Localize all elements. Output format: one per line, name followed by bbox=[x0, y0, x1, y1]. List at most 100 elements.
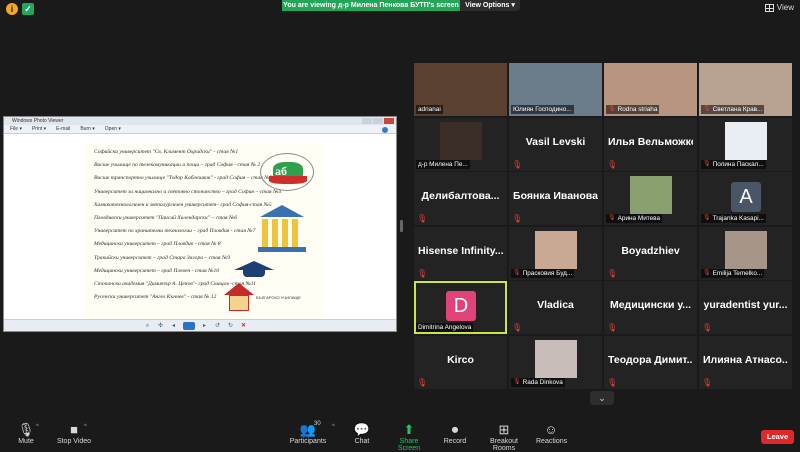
leave-button[interactable]: Leave bbox=[761, 430, 794, 444]
participant-tile[interactable]: Боянка Иванова 🎙 bbox=[509, 172, 602, 225]
participant-tile[interactable]: 🎙 Светлана Крав... bbox=[699, 63, 792, 116]
participant-label: 🎙 Rodna striaha bbox=[606, 105, 660, 114]
split-handle[interactable] bbox=[400, 220, 403, 232]
participant-tile[interactable]: 🎙 Полина Паскал... bbox=[699, 118, 792, 171]
participant-avatar: A bbox=[731, 182, 761, 212]
participant-tile[interactable]: Vladica 🎙 bbox=[509, 281, 602, 334]
participant-tile[interactable]: 🎙 Rada Dinkova bbox=[509, 336, 602, 389]
participant-video bbox=[440, 122, 482, 160]
chevron-up-icon[interactable]: ^ bbox=[332, 424, 335, 430]
document-line: Висше училище по телекомуникации и пощи … bbox=[94, 162, 261, 169]
muted-mic-icon: 🎙 bbox=[608, 106, 616, 112]
school-caption: БЪЛГАРСКО УЧИЛИЩЕ bbox=[256, 295, 301, 300]
muted-mic-icon: 🎙 bbox=[703, 106, 711, 112]
participant-tile[interactable]: A 🎙 Trajanka Kasapi... bbox=[699, 172, 792, 225]
participant-label: 🎙 Emilija Temelko... bbox=[701, 269, 765, 278]
reactions-icon: ☺ bbox=[544, 422, 558, 437]
help-icon bbox=[382, 126, 388, 133]
muted-mic-icon: 🎙 bbox=[512, 214, 523, 223]
participant-tile[interactable]: Vasil Levski 🎙 bbox=[509, 118, 602, 171]
participant-label-text: Rada Dinkova bbox=[522, 379, 563, 386]
breakout-rooms-button[interactable]: ⊞ Breakout Rooms bbox=[478, 422, 530, 452]
muted-mic-icon: 🎙 bbox=[702, 378, 713, 387]
info-icon[interactable]: i bbox=[6, 3, 18, 15]
participant-label-text: Юлиян Господино... bbox=[513, 106, 572, 113]
shared-screen: Windows Photo Viewer File ▾ Print ▾ E-ma… bbox=[3, 116, 397, 332]
participant-label-text: Trajanka Kasapi... bbox=[712, 215, 764, 222]
participant-tile[interactable]: yuradentist yur... 🎙 bbox=[699, 281, 792, 334]
meeting-toolbar: 🎙 Mute ^ ■ Stop Video ^ 👥 30 Participant… bbox=[0, 418, 800, 452]
share-screen-button[interactable]: ⬆ Share Screen bbox=[388, 422, 430, 452]
photo-canvas: Софийски университет "Св. Климент Охридс… bbox=[4, 135, 396, 321]
participant-tile[interactable]: Илияна Атнасо... 🎙 bbox=[699, 336, 792, 389]
participant-tile[interactable]: 🎙 Rodna striaha bbox=[604, 63, 697, 116]
participant-tile[interactable]: д-р Милена Пе... bbox=[414, 118, 507, 171]
next-icon: ▸ bbox=[202, 322, 206, 329]
participant-name: Илья Вельможко bbox=[608, 136, 693, 148]
menu-burn: Burn ▾ bbox=[80, 126, 95, 132]
participant-label: 🎙 Арина Митева bbox=[606, 214, 663, 223]
participant-tile[interactable]: Boyadzhiev 🎙 bbox=[604, 227, 697, 280]
participant-label-text: Rodna striaha bbox=[617, 106, 658, 113]
stop-video-button[interactable]: ■ Stop Video ^ bbox=[56, 422, 92, 445]
mute-button[interactable]: 🎙 Mute ^ bbox=[12, 422, 40, 445]
rotate-left-icon: ↺ bbox=[214, 322, 221, 329]
muted-mic-icon: 🎙 bbox=[607, 378, 618, 387]
participant-tile[interactable]: Теодора Димит... 🎙 bbox=[604, 336, 697, 389]
window-title: Windows Photo Viewer bbox=[12, 118, 64, 124]
participant-tile[interactable]: Медицински у... 🎙 bbox=[604, 281, 697, 334]
participant-tile[interactable]: Hisense Infinity... 🎙 bbox=[414, 227, 507, 280]
participant-label: 🎙 Rada Dinkova bbox=[511, 378, 565, 387]
participant-label-text: Светлана Крав... bbox=[712, 106, 763, 113]
chevron-up-icon[interactable]: ^ bbox=[36, 424, 39, 430]
participant-tile[interactable]: D Dimitrina Angelova bbox=[414, 281, 507, 334]
record-button[interactable]: ⏺ Record bbox=[442, 422, 468, 445]
participant-tile[interactable]: Kirco 🎙 bbox=[414, 336, 507, 389]
participant-label-text: Арина Митева bbox=[617, 215, 661, 222]
shield-check-icon[interactable]: ✓ bbox=[22, 3, 34, 15]
participant-label-text: Dimitrina Angelova bbox=[418, 324, 472, 331]
chat-button[interactable]: 💬 Chat bbox=[350, 422, 374, 445]
participant-label: 🎙 Полина Паскал... bbox=[701, 160, 766, 169]
muted-mic-icon: 🎙 bbox=[607, 269, 618, 278]
maximize-icon bbox=[373, 118, 383, 124]
participant-tile[interactable]: Илья Вельможко 🎙 bbox=[604, 118, 697, 171]
menu-open: Open ▾ bbox=[104, 126, 121, 132]
chevron-up-icon[interactable]: ^ bbox=[84, 424, 87, 430]
participant-tile[interactable]: 🎙 Emilija Temelko... bbox=[699, 227, 792, 280]
participant-label: Dimitrina Angelova bbox=[416, 323, 474, 332]
chevron-down-icon: ⌄ bbox=[598, 393, 606, 403]
breakout-rooms-icon: ⊞ bbox=[498, 422, 510, 437]
record-label: Record bbox=[443, 438, 467, 445]
top-bar: i ✓ You are viewing д-р Милена Пенкова Б… bbox=[0, 0, 800, 18]
participant-tile[interactable]: 🎙 Прасковия Буд... bbox=[509, 227, 602, 280]
stop-video-label: Stop Video bbox=[56, 438, 92, 445]
document-line: Университет за национално и световно сто… bbox=[94, 188, 282, 195]
participant-name: Hisense Infinity... bbox=[418, 245, 503, 257]
record-icon: ⏺ bbox=[451, 422, 459, 437]
university-logo: аб bbox=[260, 153, 314, 191]
participant-tile[interactable]: adrianai bbox=[414, 63, 507, 116]
gallery-next-page-button[interactable]: ⌄ bbox=[590, 391, 614, 405]
participant-label-text: adrianai bbox=[418, 106, 441, 113]
zoom-icon: ⌕ bbox=[145, 322, 150, 329]
participant-label-text: Прасковия Буд... bbox=[522, 270, 573, 277]
participant-tile[interactable]: 🎙 Арина Митева bbox=[604, 172, 697, 225]
participant-video bbox=[535, 231, 577, 269]
participant-tile[interactable]: Делибалтова... 🎙 bbox=[414, 172, 507, 225]
menu-file: File ▾ bbox=[10, 126, 22, 132]
view-options-button[interactable]: View Options ▾ bbox=[460, 0, 520, 11]
view-button[interactable]: View bbox=[764, 3, 794, 12]
mute-label: Mute bbox=[18, 438, 34, 445]
participant-label: 🎙 Trajanka Kasapi... bbox=[701, 214, 766, 223]
participants-button[interactable]: 👥 30 Participants ^ bbox=[288, 421, 335, 445]
participant-name: Теодора Димит... bbox=[608, 354, 693, 366]
view-label: View bbox=[776, 3, 794, 12]
muted-mic-icon: 🎙 bbox=[608, 215, 616, 221]
document-line: Химикотехнологичен и металургичен универ… bbox=[94, 201, 272, 208]
muted-mic-icon: 🎙 bbox=[607, 323, 618, 332]
participant-label-text: Emilija Temelko... bbox=[712, 270, 763, 277]
participant-tile[interactable]: Юлиян Господино... bbox=[509, 63, 602, 116]
document-line: Медицински университет – град Пловдив - … bbox=[94, 241, 221, 248]
reactions-button[interactable]: ☺ Reactions bbox=[536, 422, 567, 445]
